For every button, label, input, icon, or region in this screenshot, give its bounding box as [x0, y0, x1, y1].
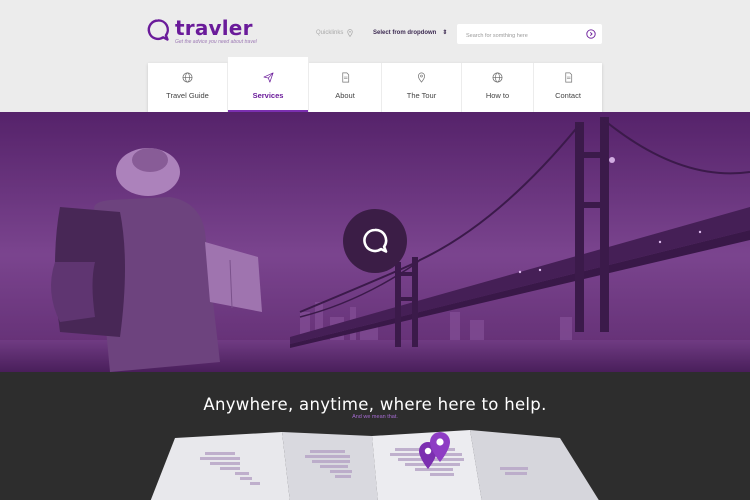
nav-item-how-to[interactable]: How to: [462, 63, 534, 113]
quicklinks-link[interactable]: Quicklinks: [316, 29, 353, 37]
brand-name: travler: [175, 16, 253, 40]
nav-label: How to: [485, 91, 510, 100]
document-icon: [564, 72, 572, 83]
map-pin-icon: [347, 29, 353, 37]
map-pin-icon: [418, 72, 425, 83]
globe-icon: [182, 72, 193, 83]
logo-text: travler Get the advice you need about tr…: [175, 18, 257, 45]
quicklinks-label: Quicklinks: [316, 30, 344, 36]
document-icon: [341, 72, 349, 83]
brand-tagline: Get the advice you need about travel: [175, 39, 257, 45]
help-section: Anywhere, anytime, where here to help. A…: [0, 372, 750, 500]
dropdown-label: Select from dropdown: [373, 29, 437, 36]
hero-chat-badge[interactable]: [343, 209, 407, 273]
nav-item-services[interactable]: Services: [228, 57, 309, 113]
hero-banner: [0, 112, 750, 372]
search-input[interactable]: [457, 26, 577, 46]
nav-label: Contact: [555, 91, 581, 100]
nav-item-the-tour[interactable]: The Tour: [382, 63, 462, 113]
nav-item-contact[interactable]: Contact: [534, 63, 602, 113]
main-nav: Travel Guide Services About The Tour How…: [148, 57, 602, 113]
nav-label: Services: [252, 91, 284, 100]
world-map-illustration: [150, 430, 599, 500]
nav-item-about[interactable]: About: [309, 63, 382, 113]
nav-label: The Tour: [406, 91, 437, 100]
chat-bubble-icon: [363, 228, 388, 253]
nav-label: Travel Guide: [166, 91, 209, 100]
globe-icon: [492, 72, 503, 83]
paper-plane-icon: [263, 72, 273, 83]
search-button-icon[interactable]: [586, 29, 596, 39]
chevron-up-down-icon: ⇕: [442, 30, 448, 36]
page: travler Get the advice you need about tr…: [0, 0, 750, 500]
nav-item-travel-guide[interactable]: Travel Guide: [148, 63, 228, 113]
chat-bubble-logo-icon: [147, 19, 169, 41]
logo[interactable]: travler Get the advice you need about tr…: [146, 18, 257, 45]
category-dropdown[interactable]: Select from dropdown ⇕: [373, 29, 448, 37]
search-box: [457, 24, 602, 46]
nav-label: About: [335, 91, 355, 100]
header: travler Get the advice you need about tr…: [0, 0, 750, 113]
